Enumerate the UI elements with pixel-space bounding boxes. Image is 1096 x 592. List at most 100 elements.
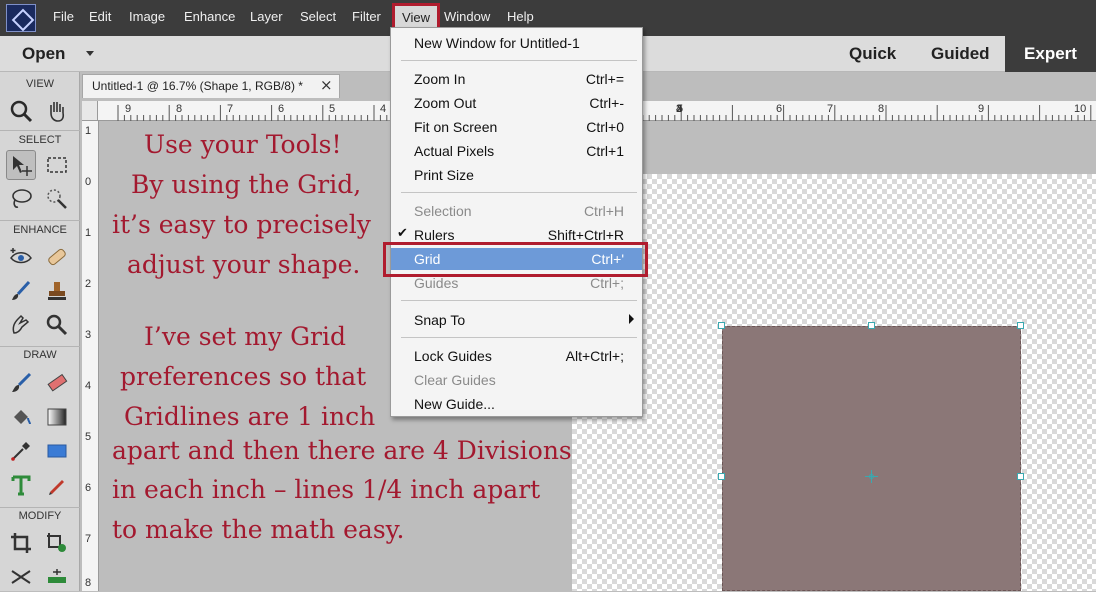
menu-item-label: Selection	[414, 203, 472, 219]
brush-icon	[12, 372, 32, 392]
mode-guided[interactable]: Guided	[931, 44, 990, 64]
menu-item-label: Actual Pixels	[414, 143, 495, 159]
transform-handle[interactable]	[1017, 473, 1024, 480]
tools-section-view: VIEW	[25, 78, 55, 90]
menu-layer[interactable]: Layer	[250, 9, 283, 24]
menu-item-label: Zoom Out	[414, 95, 477, 111]
ruler-label: 8	[176, 103, 183, 115]
menu-item-shortcut: Ctrl+=	[585, 71, 624, 87]
mode-quick[interactable]: Quick	[849, 44, 896, 64]
paint-bucket-icon	[14, 410, 31, 425]
mode-expert[interactable]: Expert	[1005, 36, 1096, 72]
menu-select[interactable]: Select	[300, 9, 336, 24]
ruler-label: 5	[677, 103, 684, 115]
transform-handle[interactable]	[868, 322, 875, 329]
zoom-enhance-tool[interactable]	[42, 310, 72, 340]
open-button[interactable]: Open	[22, 44, 65, 64]
hand-icon	[50, 102, 65, 122]
menu-filter[interactable]: Filter	[352, 9, 381, 24]
menu-item-shortcut: Ctrl+-	[589, 95, 624, 111]
rectangle-shape-tool[interactable]	[42, 436, 72, 466]
selected-shape[interactable]	[722, 326, 1021, 591]
transform-handle[interactable]	[718, 473, 725, 480]
close-icon[interactable]: ×	[320, 76, 333, 94]
menu-item-snap-to[interactable]: Snap To	[391, 309, 642, 331]
document-tab[interactable]: Untitled-1 @ 16.7% (Shape 1, RGB/8) *	[82, 74, 340, 98]
ruler-label: 6	[85, 482, 92, 494]
lasso-icon	[12, 189, 32, 208]
brush-icon	[12, 280, 31, 300]
annotation-line: in each inch – lines 1/4 inch apart	[112, 475, 541, 504]
menu-item-zoom-out[interactable]: Zoom Out Ctrl+-	[391, 92, 642, 114]
spot-healing-tool[interactable]	[42, 242, 72, 272]
tools-section-modify: MODIFY	[18, 510, 62, 522]
eyedropper-tool[interactable]	[6, 436, 36, 466]
menu-file[interactable]: File	[53, 9, 74, 24]
move-tool[interactable]	[6, 150, 36, 180]
pencil-tool[interactable]	[42, 470, 72, 500]
menu-item-selection: Selection Ctrl+H	[391, 200, 642, 222]
annotation-line: preferences so that	[120, 362, 367, 391]
menu-item-zoom-in[interactable]: Zoom In Ctrl+=	[391, 68, 642, 90]
smart-brush-tool[interactable]	[6, 276, 36, 306]
brush-tool[interactable]	[6, 368, 36, 398]
submenu-arrow-icon	[629, 314, 634, 324]
paint-bucket-tool[interactable]	[6, 402, 36, 432]
straighten-tool[interactable]	[42, 562, 72, 592]
menu-item-new-guide[interactable]: New Guide...	[391, 393, 642, 415]
cross-arrows-icon	[11, 570, 31, 584]
lasso-tool[interactable]	[6, 184, 36, 214]
menu-item-label: Fit on Screen	[414, 119, 498, 135]
quick-selection-tool[interactable]	[42, 184, 72, 214]
menu-item-fit-on-screen[interactable]: Fit on Screen Ctrl+0	[391, 116, 642, 138]
magnifier-icon	[46, 314, 68, 336]
hand-tool[interactable]	[42, 96, 72, 126]
transform-handle[interactable]	[1017, 322, 1024, 329]
menu-image[interactable]: Image	[129, 9, 165, 24]
marquee-tool[interactable]	[42, 150, 72, 180]
clone-stamp-tool[interactable]	[42, 276, 72, 306]
menu-help[interactable]: Help	[507, 9, 534, 24]
menu-item-shortcut: Ctrl+0	[586, 119, 624, 135]
eraser-icon	[47, 373, 68, 392]
menu-window[interactable]: Window	[444, 9, 490, 24]
ruler-label: 5	[85, 431, 92, 443]
menu-item-label: Rulers	[414, 227, 455, 243]
center-point-icon	[865, 470, 878, 483]
menu-item-shortcut: Alt+Ctrl+;	[565, 348, 624, 364]
menu-item-label: Lock Guides	[414, 348, 492, 364]
type-t-icon	[11, 475, 31, 496]
open-dropdown-arrow-icon[interactable]	[86, 51, 94, 56]
ruler-label: 4	[380, 103, 387, 115]
menu-item-label: Print Size	[414, 167, 474, 183]
quick-selection-icon	[47, 189, 67, 209]
menu-item-print-size[interactable]: Print Size	[391, 164, 642, 186]
menu-enhance[interactable]: Enhance	[184, 9, 235, 24]
finger-icon	[12, 314, 30, 334]
smudge-tool[interactable]	[6, 310, 36, 340]
zoom-tool[interactable]	[6, 96, 36, 126]
menu-view[interactable]: View	[398, 9, 434, 27]
eraser-tool[interactable]	[42, 368, 72, 398]
menu-item-actual-pixels[interactable]: Actual Pixels Ctrl+1	[391, 140, 642, 162]
ruler-label: 6	[278, 103, 285, 115]
type-tool[interactable]	[6, 470, 36, 500]
gradient-tool[interactable]	[42, 402, 72, 432]
rectangle-marquee-icon	[47, 157, 67, 173]
ruler-label: 6	[776, 103, 783, 115]
recompose-gear-icon	[47, 533, 66, 552]
red-eye-tool[interactable]	[6, 242, 36, 272]
menu-item-lock-guides[interactable]: Lock Guides Alt+Ctrl+;	[391, 345, 642, 367]
recompose-tool[interactable]	[42, 528, 72, 558]
content-aware-move-tool[interactable]	[6, 562, 36, 592]
gradient-icon	[47, 408, 67, 426]
crop-tool[interactable]	[6, 528, 36, 558]
menu-edit[interactable]: Edit	[89, 9, 111, 24]
menu-item-shortcut: Shift+Ctrl+R	[547, 227, 624, 243]
app-logo-icon	[6, 4, 36, 32]
menu-item-new-window[interactable]: New Window for Untitled-1	[391, 32, 642, 54]
annotation-line: to make the math easy.	[112, 515, 405, 544]
annotation-line: I’ve set my Grid	[144, 322, 347, 351]
transform-handle[interactable]	[718, 322, 725, 329]
annotation-line: By using the Grid,	[131, 170, 362, 199]
